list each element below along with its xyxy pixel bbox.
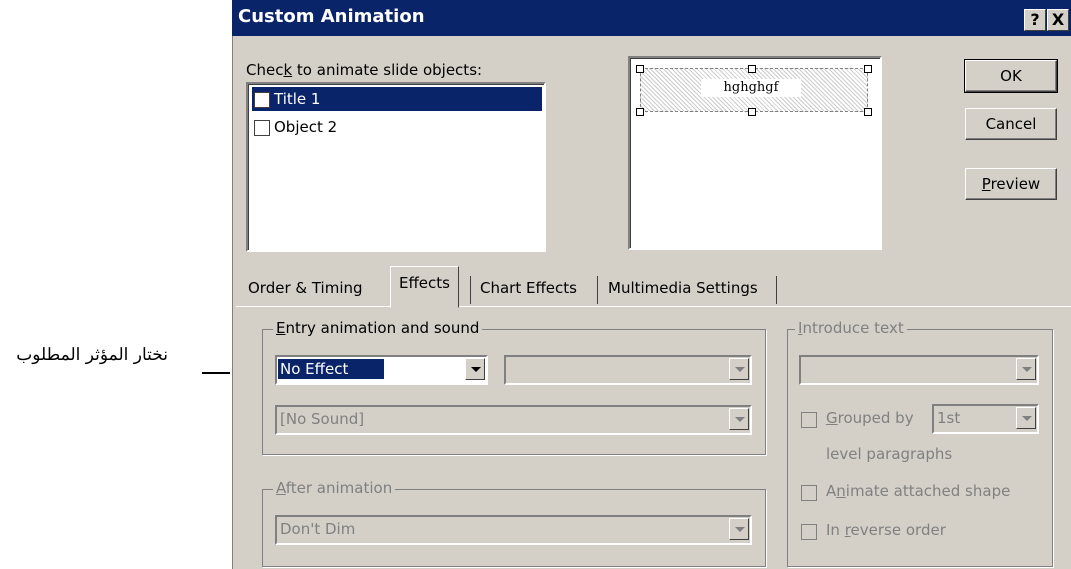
dialog-title: Custom Animation [238, 6, 425, 27]
help-button[interactable]: ? [1024, 9, 1046, 31]
resize-handle [864, 108, 872, 116]
grouped-by-value: 1st [937, 409, 961, 427]
resize-handle [636, 108, 644, 116]
effect-select-value: No Effect [276, 358, 386, 380]
tab-order-timing[interactable]: Order & Timing [240, 272, 371, 304]
resize-handle [748, 108, 756, 116]
tab-separator [470, 276, 471, 304]
tab-panel-border [236, 306, 1071, 307]
tab-separator [776, 276, 777, 304]
grouped-by-label: Grouped by [826, 409, 914, 427]
introduce-text-select[interactable] [799, 355, 1039, 385]
tab-chart-effects[interactable]: Chart Effects [472, 272, 585, 304]
preview-button[interactable]: Preview [965, 168, 1057, 200]
sound-select[interactable]: [No Sound] [275, 405, 752, 435]
preview-title-text: hghghgf [701, 79, 801, 97]
after-animation-select[interactable]: Don't Dim [275, 515, 752, 545]
chevron-down-icon[interactable] [729, 518, 749, 540]
close-button[interactable]: X [1047, 9, 1069, 31]
list-item-label: Title 1 [274, 90, 321, 108]
tab-separator [597, 276, 598, 304]
chevron-down-icon[interactable] [729, 408, 749, 430]
cancel-button[interactable]: Cancel [965, 108, 1057, 140]
list-item-object-2[interactable]: Object 2 [252, 115, 542, 139]
after-animation-group-title: After animation [273, 479, 396, 497]
direction-select[interactable] [504, 355, 752, 385]
objects-label: Check to animate slide objects: [246, 61, 483, 79]
list-item-title-1[interactable]: Title 1 [252, 87, 542, 111]
tab-multimedia-settings[interactable]: Multimedia Settings [600, 272, 766, 304]
preview-title-placeholder: hghghgf [640, 68, 868, 112]
reverse-order-label: In reverse order [826, 521, 946, 539]
list-item-label: Object 2 [274, 118, 338, 136]
grouped-by-select[interactable]: 1st [932, 404, 1039, 434]
animate-shape-checkbox[interactable] [801, 485, 817, 501]
sound-select-value: [No Sound] [280, 410, 365, 428]
ok-button[interactable]: OK [964, 59, 1058, 93]
animate-shape-label: Animate attached shape [826, 482, 1011, 500]
resize-handle [864, 65, 872, 73]
chevron-down-icon[interactable] [1016, 358, 1036, 380]
grouped-by-checkbox[interactable] [801, 412, 817, 428]
checkbox-title-1[interactable] [254, 91, 270, 108]
checkbox-object-2[interactable] [254, 119, 270, 136]
effect-select[interactable]: No Effect [275, 355, 488, 385]
tab-effects[interactable]: Effects [390, 266, 459, 308]
entry-animation-group-title: Entry animation and sound [273, 319, 483, 337]
introduce-text-group-title: Introduce text [795, 319, 907, 337]
resize-handle [636, 65, 644, 73]
reverse-order-checkbox[interactable] [801, 524, 817, 540]
annotation-text: نختار المؤثر المطلوب [16, 345, 168, 365]
chevron-down-icon[interactable] [465, 358, 485, 380]
entry-animation-group [262, 329, 766, 455]
level-paragraphs-label: level paragraphs [826, 445, 953, 463]
resize-handle [748, 65, 756, 73]
chevron-down-icon[interactable] [729, 358, 749, 380]
after-animation-value: Don't Dim [280, 520, 356, 538]
chevron-down-icon[interactable] [1016, 407, 1036, 429]
slide-preview: hghghgf [628, 56, 882, 250]
